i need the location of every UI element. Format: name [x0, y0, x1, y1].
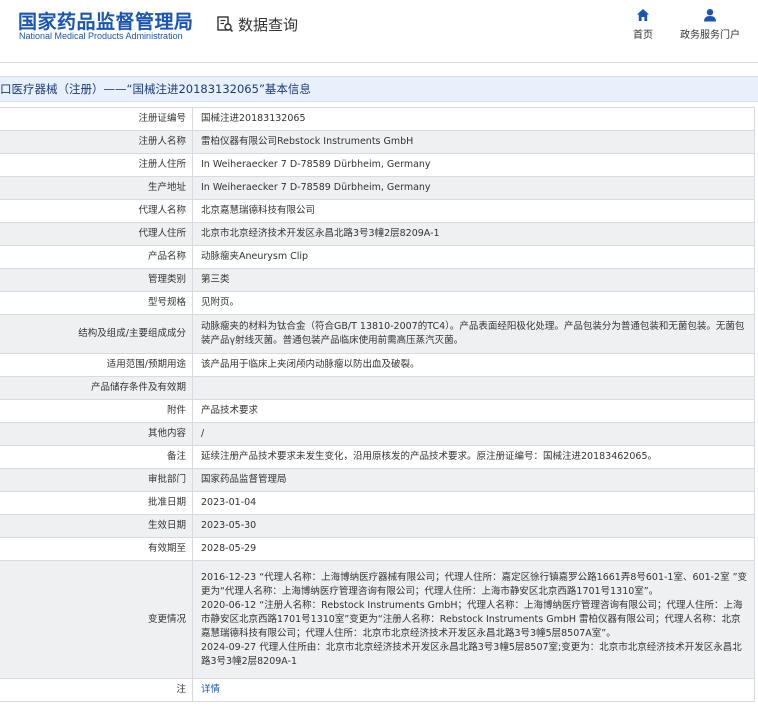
- row-label: 注册人名称: [0, 130, 193, 154]
- table-row: 结构及组成/主要组成成分 动脉瘤夹的材料为钛合金（符合GB/T 13810-20…: [0, 314, 755, 354]
- row-label: 管理类别: [0, 268, 193, 292]
- data-query-link[interactable]: 数据查询: [216, 14, 298, 34]
- table-row: 产品储存条件及有效期: [0, 376, 755, 400]
- nav-service-portal[interactable]: 政务服务门户: [678, 8, 742, 41]
- nav-service-portal-label: 政务服务门户: [680, 30, 740, 41]
- search-document-icon: [217, 16, 234, 33]
- change-entry: 2016-12-23 “代理人名称：上海博纳医疗器械有限公司；代理人住所：嘉定区…: [201, 571, 748, 597]
- row-label: 结构及组成/主要组成成分: [0, 314, 193, 354]
- nav-home-label: 首页: [633, 30, 653, 41]
- site-header: 国家药品监督管理局 National Medical Products Admi…: [0, 0, 758, 56]
- row-label: 生产地址: [0, 176, 193, 200]
- table-row: 生产地址 In Weiheraecker 7 D-78589 Dürbheim,…: [0, 176, 755, 200]
- row-value: 2023-01-04: [192, 491, 755, 515]
- change-entry: 2020-06-12 “注册人名称：Rebstock Instruments G…: [201, 599, 743, 639]
- row-value: 见附页。: [192, 291, 755, 315]
- site-title[interactable]: 国家药品监督管理局: [18, 7, 194, 34]
- table-row: 注 详情: [0, 678, 755, 702]
- row-value: [192, 376, 755, 400]
- row-value: 产品技术要求: [192, 399, 755, 423]
- table-row: 代理人住所 北京市北京经济技术开发区永昌北路3号3幢2层8209A-1: [0, 222, 755, 246]
- table-row: 注册人名称 雷柏仪器有限公司Rebstock Instruments GmbH: [0, 130, 755, 154]
- row-value: 国械注进20183132065: [192, 107, 755, 131]
- site-subtitle: National Medical Products Administration: [19, 31, 183, 41]
- row-label: 变更情况: [0, 560, 193, 679]
- table-row: 其他内容 /: [0, 422, 755, 446]
- home-icon: [637, 9, 649, 21]
- row-label: 产品名称: [0, 245, 193, 269]
- row-label: 审批部门: [0, 468, 193, 492]
- section-header-bar: 口医疗器械（注册）——“国械注进20183132065”基本信息: [0, 76, 758, 102]
- table-row: 备注 延续注册产品技术要求未发生变化，沿用原核发的产品技术要求。原注册证编号：国…: [0, 445, 755, 469]
- row-value: 该产品用于临床上夹闭颅内动脉瘤以防出血及破裂。: [192, 353, 755, 377]
- row-label: 代理人住所: [0, 222, 193, 246]
- row-label: 其他内容: [0, 422, 193, 446]
- table-row: 批准日期 2023-01-04: [0, 491, 755, 515]
- row-label: 适用范围/预期用途: [0, 353, 193, 377]
- row-label: 型号规格: [0, 291, 193, 315]
- row-value: 雷柏仪器有限公司Rebstock Instruments GmbH: [192, 130, 755, 154]
- row-value: /: [192, 422, 755, 446]
- row-label: 代理人名称: [0, 199, 193, 223]
- nav-home[interactable]: 首页: [628, 8, 658, 41]
- row-value: 国家药品监督管理局: [192, 468, 755, 492]
- row-label: 注册人住所: [0, 153, 193, 177]
- row-value: 北京嘉慧瑞德科技有限公司: [192, 199, 755, 223]
- row-value: In Weiheraecker 7 D-78589 Dürbheim, Germ…: [192, 176, 755, 200]
- table-row: 附件 产品技术要求: [0, 399, 755, 423]
- change-entry: 2024-09-27 代理人住所由：北京市北京经济技术开发区永昌北路3号3幢5层…: [201, 641, 742, 667]
- change-history: 2016-12-23 “代理人名称：上海博纳医疗器械有限公司；代理人住所：嘉定区…: [192, 560, 755, 679]
- table-row: 生效日期 2023-05-30: [0, 514, 755, 538]
- table-row: 代理人名称 北京嘉慧瑞德科技有限公司: [0, 199, 755, 223]
- row-label: 备注: [0, 445, 193, 469]
- section-title: 口医疗器械（注册）——“国械注进20183132065”基本信息: [0, 82, 311, 96]
- row-label: 生效日期: [0, 514, 193, 538]
- row-value: 动脉瘤夹Aneurysm Clip: [192, 245, 755, 269]
- row-value: 第三类: [192, 268, 755, 292]
- table-row: 审批部门 国家药品监督管理局: [0, 468, 755, 492]
- table-row: 适用范围/预期用途 该产品用于临床上夹闭颅内动脉瘤以防出血及破裂。: [0, 353, 755, 377]
- row-value: 北京市北京经济技术开发区永昌北路3号3幢2层8209A-1: [192, 222, 755, 246]
- row-value: 2023-05-30: [192, 514, 755, 538]
- row-label: 有效期至: [0, 537, 193, 561]
- row-label: 注册证编号: [0, 107, 193, 131]
- row-value: 动脉瘤夹的材料为钛合金（符合GB/T 13810-2007的TC4）。产品表面经…: [192, 314, 755, 354]
- header-divider: [0, 62, 758, 63]
- row-value: 2028-05-29: [192, 537, 755, 561]
- table-row: 注册证编号 国械注进20183132065: [0, 107, 755, 131]
- table-row: 管理类别 第三类: [0, 268, 755, 292]
- table-row-changes: 变更情况 2016-12-23 “代理人名称：上海博纳医疗器械有限公司；代理人住…: [0, 560, 755, 679]
- table-row: 型号规格 见附页。: [0, 291, 755, 315]
- row-label: 注: [0, 678, 193, 702]
- table-row: 注册人住所 In Weiheraecker 7 D-78589 Dürbheim…: [0, 153, 755, 177]
- detail-link[interactable]: 详情: [201, 684, 220, 695]
- row-value: 详情: [192, 678, 755, 702]
- row-label: 附件: [0, 399, 193, 423]
- row-value: In Weiheraecker 7 D-78589 Dürbheim, Germ…: [192, 153, 755, 177]
- user-icon: [704, 9, 716, 22]
- row-label: 产品储存条件及有效期: [0, 376, 193, 400]
- data-query-label: 数据查询: [238, 15, 299, 34]
- table-row: 产品名称 动脉瘤夹Aneurysm Clip: [0, 245, 755, 269]
- table-row: 有效期至 2028-05-29: [0, 537, 755, 561]
- row-label: 批准日期: [0, 491, 193, 515]
- row-value: 延续注册产品技术要求未发生变化，沿用原核发的产品技术要求。原注册证编号：国械注进…: [192, 445, 755, 469]
- registration-info-table: 注册证编号 国械注进20183132065 注册人名称 雷柏仪器有限公司Rebs…: [0, 107, 755, 702]
